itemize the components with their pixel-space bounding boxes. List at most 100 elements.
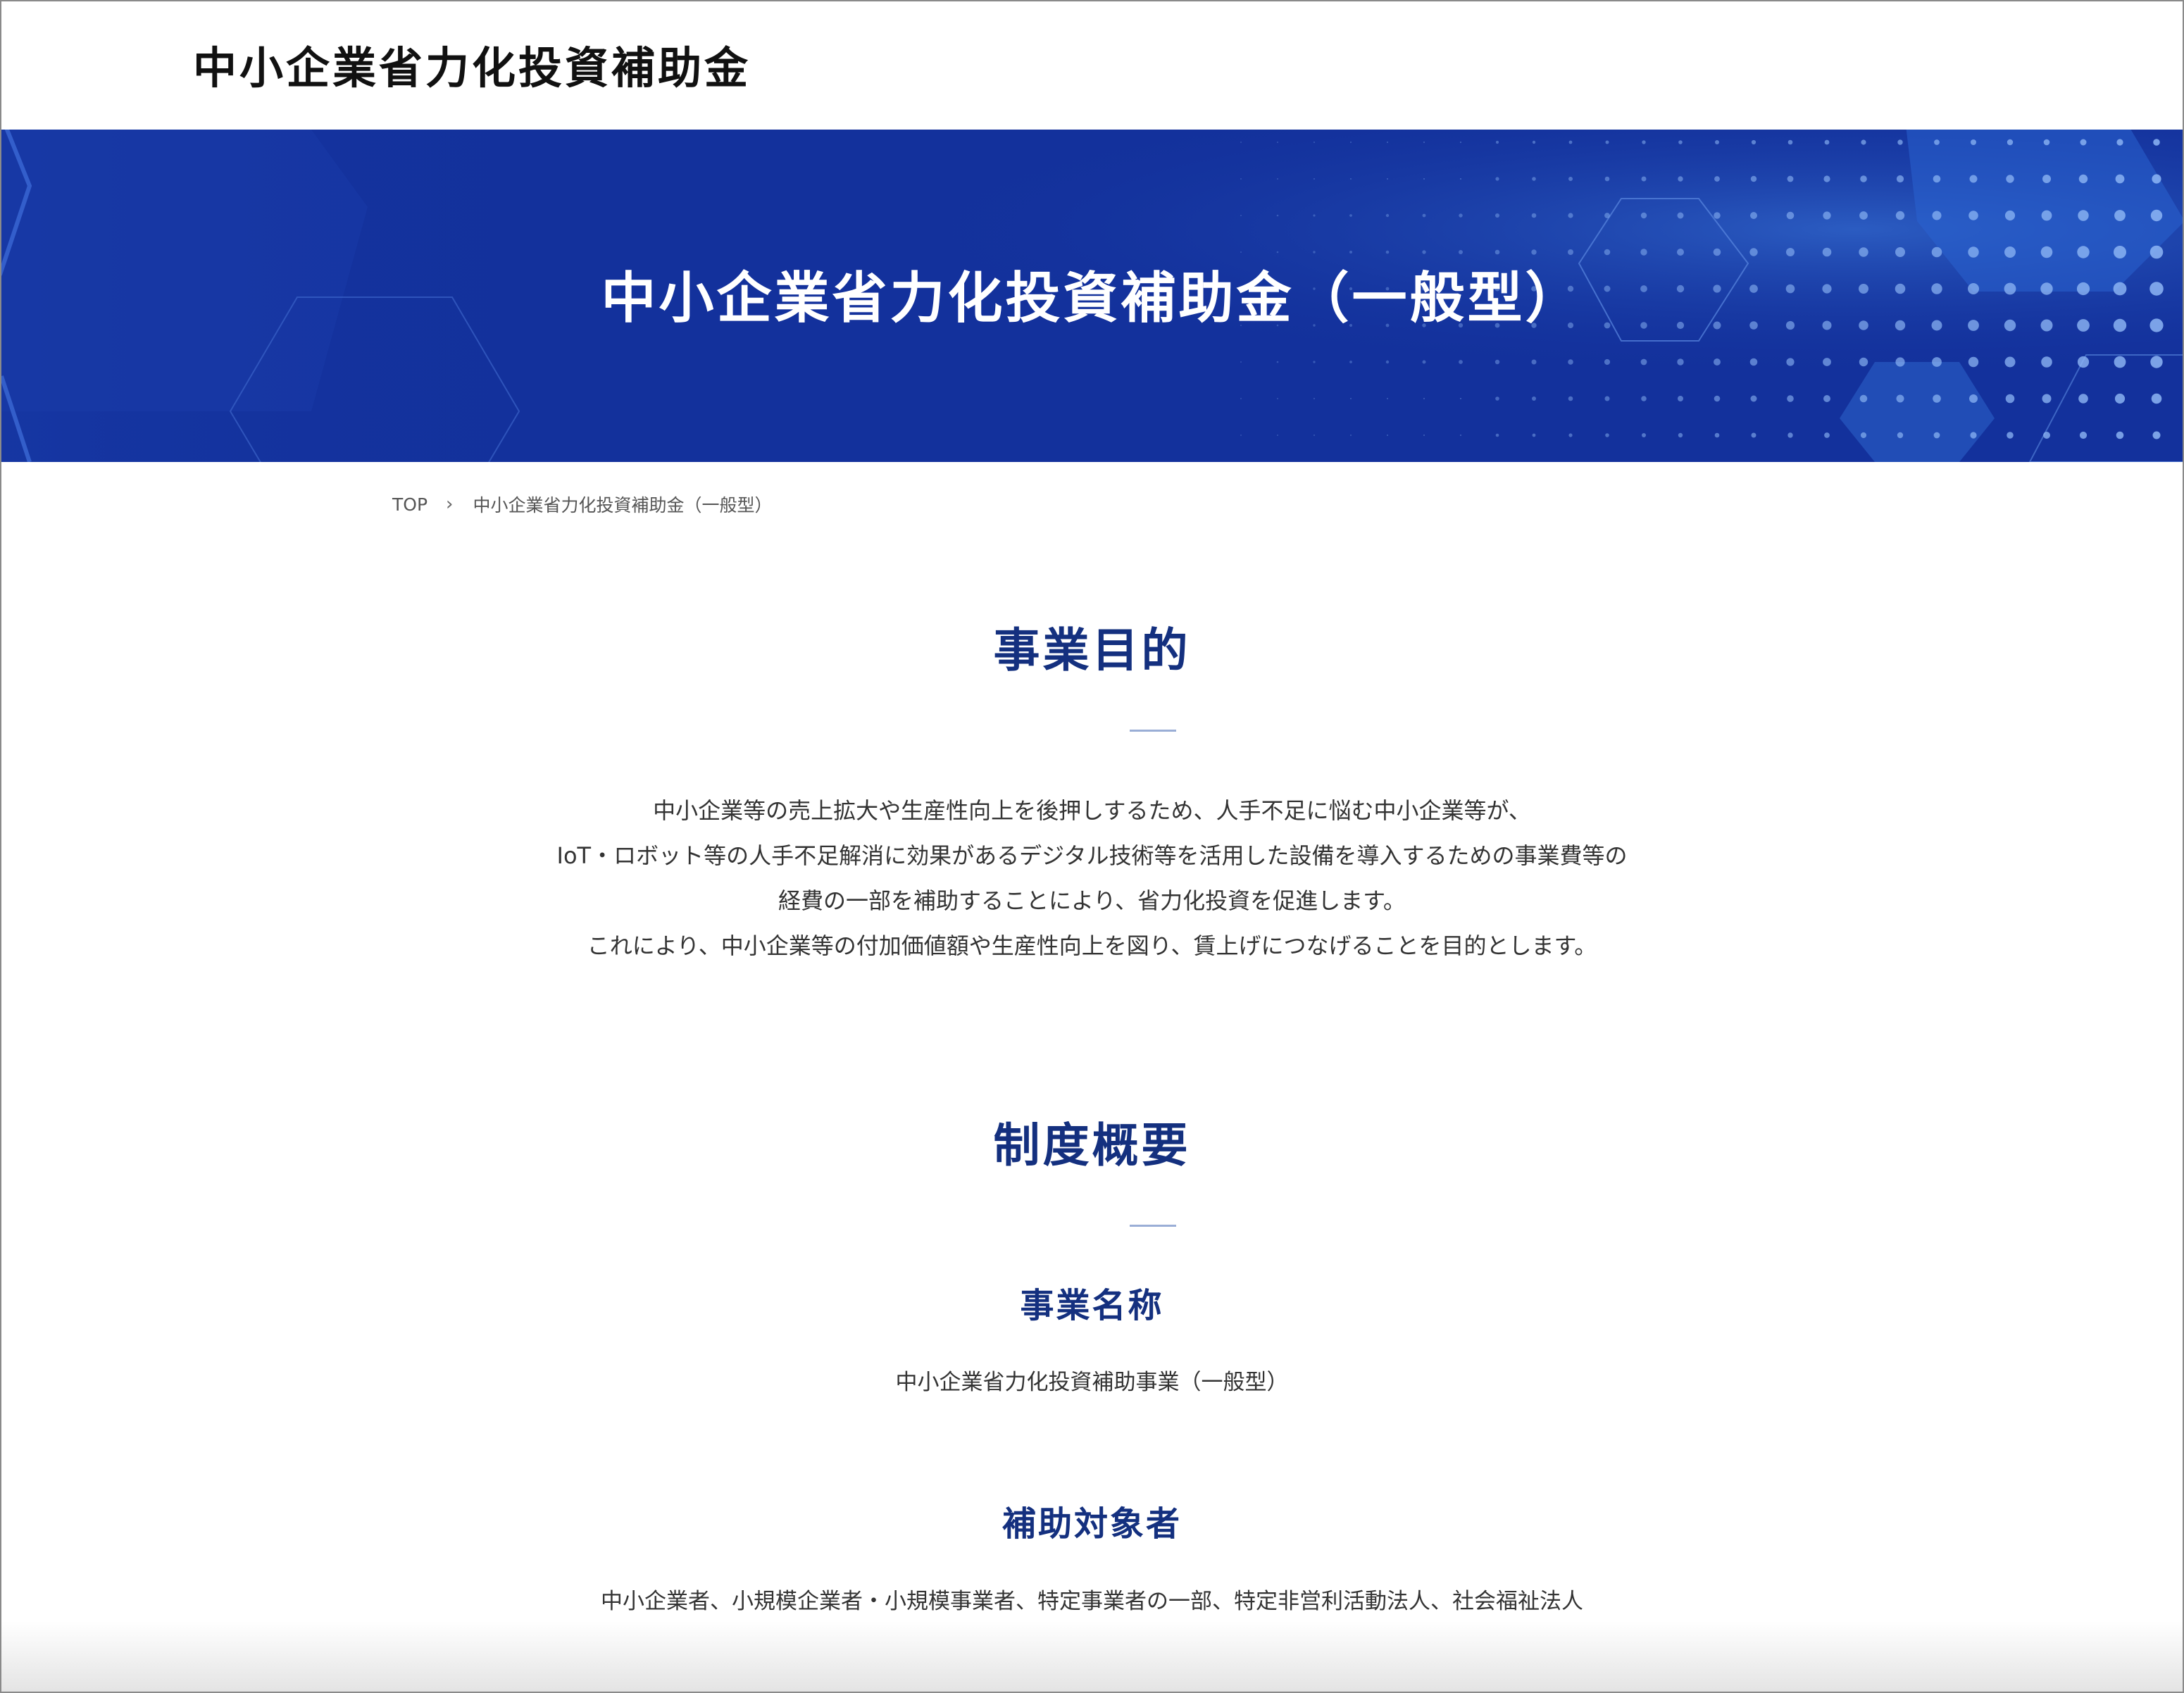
hero-dot xyxy=(1713,248,1721,256)
hero-dot xyxy=(1861,139,1866,145)
hero-dot xyxy=(2152,431,2161,439)
breadcrumb-home-link[interactable]: TOP xyxy=(392,494,428,515)
hero-dot xyxy=(1495,249,1500,255)
hero-dot xyxy=(1568,177,1573,181)
hero-dot xyxy=(1313,178,1315,180)
hero-dot xyxy=(1604,396,1610,401)
hero-dot xyxy=(1423,178,1425,180)
hero-dot xyxy=(1642,140,1646,144)
hero-dot xyxy=(1751,432,1756,438)
hero-dot xyxy=(1495,396,1499,401)
hero-dot xyxy=(1531,249,1537,255)
hero-dot xyxy=(1532,396,1536,401)
hero-dot xyxy=(1568,249,1573,255)
hero-dot xyxy=(1460,398,1461,399)
purpose-line-3: 経費の一部を補助することにより、省力化投資を促進します。 xyxy=(778,887,1406,914)
hero-dot xyxy=(1897,432,1904,439)
hero-dot xyxy=(2079,431,2088,439)
hero-dot xyxy=(2007,432,2014,439)
hero-dot xyxy=(1640,249,1647,256)
hero-dot xyxy=(1969,394,1978,403)
hero-dot xyxy=(2114,246,2126,258)
hero-dot xyxy=(2115,174,2125,184)
hero-dot xyxy=(1313,398,1315,399)
hero-dot xyxy=(2042,175,2051,183)
hero-dot xyxy=(1240,251,1242,253)
hero-dot xyxy=(2150,356,2163,368)
breadcrumb-chevron-icon: › xyxy=(446,494,454,515)
hero-dot xyxy=(1933,394,1941,403)
hero-dot xyxy=(2077,246,2090,258)
hero-dot xyxy=(2043,432,2050,439)
hero-dot xyxy=(2078,210,2089,221)
hero-dot xyxy=(1968,211,1978,220)
hero-dot xyxy=(1385,250,1390,254)
hero-dot xyxy=(1350,178,1352,180)
hero-dot xyxy=(1787,395,1794,402)
hero-dot xyxy=(2149,245,2164,259)
hero-dot xyxy=(1276,251,1279,254)
hero-dot xyxy=(1749,248,1758,256)
hero-dot xyxy=(1422,360,1426,364)
hero-dot xyxy=(2043,139,2050,146)
hero-dot xyxy=(1568,140,1573,144)
hero-dot xyxy=(1677,249,1684,256)
hero-dot xyxy=(1823,175,1830,182)
hero-dot xyxy=(1240,178,1242,180)
hero-dot xyxy=(1568,396,1573,401)
purpose-line-4: これにより、中小企業等の付加価値額や生産性向上を図り、賃上げにつなげることを目的… xyxy=(587,932,1597,959)
hero-banner: 中小企業省力化投資補助金（一般型） xyxy=(1,130,2183,462)
hero-dot xyxy=(1641,176,1647,182)
hero-dot xyxy=(1895,211,1905,220)
hero-dot xyxy=(1897,139,1903,145)
hero-dot xyxy=(1313,361,1316,363)
hero-dot xyxy=(1824,139,1830,145)
hero-dot xyxy=(2041,356,2052,368)
hero-dot xyxy=(1860,175,1867,182)
hero-dot xyxy=(1495,213,1499,218)
hero-dot xyxy=(1750,395,1757,402)
hero-dot xyxy=(1385,213,1390,218)
hero-dot xyxy=(2078,394,2088,404)
hero-dot xyxy=(1932,357,1942,367)
hero-dot xyxy=(1568,433,1573,437)
hero-dot xyxy=(1895,357,1905,367)
hero-dot xyxy=(1568,213,1573,218)
hero-dot xyxy=(1460,435,1461,436)
hero-dot xyxy=(1532,433,1536,437)
site-logo[interactable]: 中小企業省力化投資補助金 xyxy=(193,32,751,96)
purpose-heading: 事業目的 xyxy=(993,623,1191,677)
hero-dot xyxy=(1678,396,1683,401)
hero-dot xyxy=(1714,432,1720,438)
hero-dot xyxy=(1240,142,1242,143)
hero-dot xyxy=(1749,358,1758,366)
hero-dot xyxy=(2004,210,2016,221)
hero-dot xyxy=(1714,395,1721,402)
hero-dot xyxy=(1495,140,1499,144)
hero-dot xyxy=(1641,396,1647,401)
hero-dot xyxy=(1313,435,1315,436)
hero-dot xyxy=(1640,358,1647,366)
hero-dot xyxy=(1532,140,1536,144)
hero-dot xyxy=(1933,175,1941,183)
hero-dot xyxy=(2041,210,2052,221)
hero-dot xyxy=(1786,358,1795,366)
hero-dot xyxy=(1896,394,1904,403)
hero-dot xyxy=(2004,356,2016,368)
hero-dot xyxy=(1895,247,1905,257)
hero-dot xyxy=(2077,356,2090,368)
hero-dot xyxy=(2114,356,2126,368)
hero-dot xyxy=(1678,140,1683,144)
hero-dot xyxy=(1240,435,1242,436)
hero-dot xyxy=(2116,139,2123,146)
purpose-description: 中小企業等の売上拡大や生産性向上を後押しするため、人手不足に悩む中小企業等が、 … xyxy=(1,788,2183,968)
hero-dot xyxy=(1460,178,1461,180)
hero-dot xyxy=(1387,142,1388,143)
hero-dot xyxy=(1822,247,1832,257)
hero-dot xyxy=(1313,214,1316,217)
hero-dot xyxy=(1968,356,1979,368)
hero-dot xyxy=(1604,213,1610,218)
hero-dot xyxy=(1313,142,1315,143)
eligible-applicants-value: 中小企業者、小規模企業者・小規模事業者、特定事業者の一部、特定非営利活動法人、社… xyxy=(601,1589,1583,1614)
hero-title: 中小企業省力化投資補助金（一般型） xyxy=(601,267,1583,330)
